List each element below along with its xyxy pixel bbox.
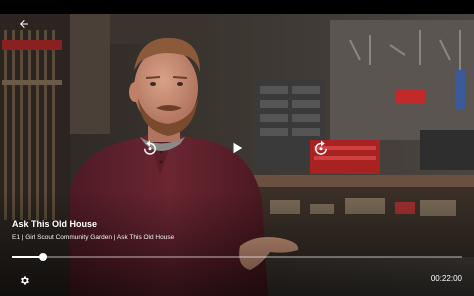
video-title: Ask This Old House [12,219,98,229]
settings-button[interactable] [17,273,31,287]
top-status-bar [0,0,474,14]
gear-icon [20,275,29,285]
replay-icon [144,140,156,155]
video-player[interactable]: Ask This Old House E1 | Girl Scout Commu… [0,0,474,296]
forward-button[interactable] [310,137,332,159]
play-button[interactable] [226,137,248,159]
playback-controls [0,137,474,159]
rewind-button[interactable] [139,137,161,159]
arrow-left-icon [20,20,28,28]
progress-handle[interactable] [39,253,48,261]
episode-info: E1 | Girl Scout Community Garden | Ask T… [12,234,175,241]
play-icon [233,142,243,154]
progress-bar[interactable] [12,253,462,261]
duration-label: 00:22:00 [430,274,462,283]
forward-icon [315,140,327,155]
back-button[interactable] [14,15,34,33]
